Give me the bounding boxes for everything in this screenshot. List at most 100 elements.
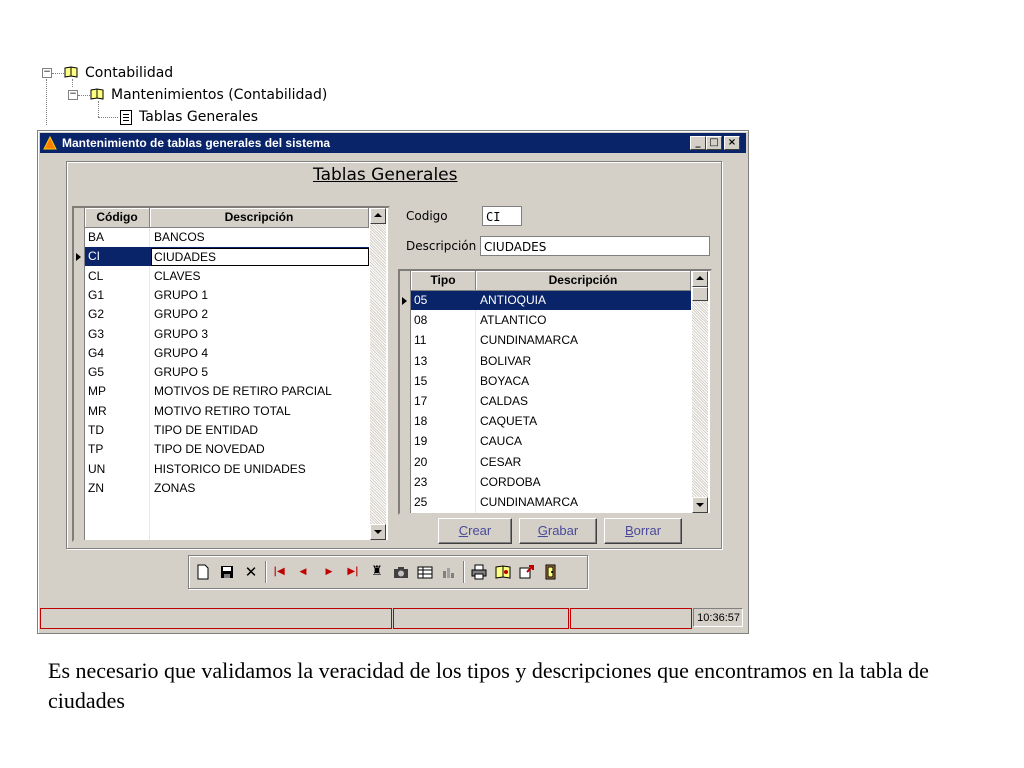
cell-tipo: 25 (414, 495, 428, 509)
scroll-up-button[interactable] (370, 208, 386, 224)
cell-descripcion: TIPO DE ENTIDAD (154, 423, 259, 437)
tables-grid-scrollbar[interactable] (370, 208, 386, 540)
table-row[interactable]: 05 ANTIOQUIA (411, 291, 691, 310)
arrow-up-icon (374, 213, 382, 217)
table-row[interactable]: TP TIPO DE NOVEDAD (85, 440, 369, 459)
app-logo-icon (43, 136, 57, 150)
table-row[interactable]: 17 CALDAS (411, 392, 691, 411)
toolbar-separator (265, 561, 267, 583)
cell-descripcion: GRUPO 4 (154, 345, 209, 360)
save-icon[interactable] (219, 564, 235, 580)
ledger-book-icon (64, 66, 78, 78)
exit-icon[interactable] (543, 564, 559, 580)
table-row[interactable]: G5 GRUPO 5 (85, 363, 369, 382)
current-row-arrow-icon (402, 297, 407, 305)
table-row[interactable]: CL CLAVES (85, 267, 369, 286)
table-row[interactable]: UN HISTORICO DE UNIDADES (85, 460, 369, 479)
maximize-button[interactable]: □ (706, 136, 722, 150)
table-row[interactable]: BA BANCOS (85, 228, 369, 247)
scroll-down-button[interactable] (370, 524, 386, 540)
scroll-down-button[interactable] (692, 497, 708, 513)
toolbar-separator (463, 561, 465, 583)
cell-descripcion: CORDOBA (480, 474, 541, 489)
record-toolbar: ✕ |◀ ◀ ▶ ▶| ♜ (188, 555, 588, 589)
column-header-tipo[interactable]: Tipo (411, 271, 476, 291)
table-row[interactable]: CI CIUDADES (85, 247, 369, 267)
scroll-thumb[interactable] (692, 287, 708, 301)
codigo-label: Codigo (406, 209, 448, 223)
table-row[interactable]: G3 GRUPO 3 (85, 325, 369, 344)
tree-node-contabilidad[interactable]: Contabilidad (85, 63, 173, 83)
table-row[interactable]: ZN ZONAS (85, 479, 369, 498)
table-row[interactable]: MR MOTIVO RETIRO TOTAL (85, 402, 369, 421)
window-titlebar[interactable]: Mantenimiento de tablas generales del si… (40, 133, 746, 153)
next-icon[interactable]: ▶ (321, 564, 337, 580)
book-icon[interactable] (495, 564, 511, 580)
grid-icon[interactable] (417, 564, 433, 580)
table-row[interactable]: 15 BOYACA (411, 372, 691, 391)
cell-descripcion: CALDAS (480, 394, 529, 408)
table-row[interactable]: 11 CUNDINAMARCA (411, 331, 691, 350)
table-row[interactable]: 25 CUNDINAMARCA (411, 493, 691, 512)
table-row[interactable]: MP MOTIVOS DE RETIRO PARCIAL (85, 382, 369, 401)
column-header-descripcion[interactable]: Descripción (476, 271, 691, 291)
close-button[interactable]: × (724, 136, 740, 150)
new-icon[interactable] (195, 564, 211, 580)
table-row[interactable]: G4 GRUPO 4 (85, 344, 369, 363)
column-header-descripcion[interactable]: Descripción (150, 208, 369, 228)
collapse-child-toggle[interactable]: − (68, 90, 78, 100)
cell-descripcion: CAUCA (480, 434, 523, 449)
table-row[interactable]: G2 GRUPO 2 (85, 305, 369, 324)
cell-codigo: CI (88, 249, 100, 264)
table-row[interactable]: 19 CAUCA (411, 432, 691, 451)
column-header-codigo[interactable]: Código (85, 208, 150, 228)
table-row[interactable]: 23 CORDOBA (411, 473, 691, 492)
table-row[interactable]: 20 CESAR (411, 453, 691, 472)
table-row[interactable]: TD TIPO DE ENTIDAD (85, 421, 369, 440)
print-icon[interactable] (471, 564, 487, 580)
borrar-button[interactable]: Borrar (604, 518, 682, 544)
cell-tipo: 20 (414, 454, 428, 469)
delete-icon[interactable]: ✕ (243, 564, 259, 580)
app-window: Mantenimiento de tablas generales del si… (37, 130, 749, 634)
cell-descripcion: ATLANTICO (480, 313, 547, 328)
first-icon[interactable]: |◀ (271, 564, 287, 580)
minimize-button[interactable]: _ (690, 136, 706, 150)
types-grid: Tipo Descripción 05 ANTIOQUIA 08 ATLANTICO 1… (398, 269, 712, 515)
prev-icon[interactable]: ◀ (295, 564, 311, 580)
chart-icon[interactable] (441, 564, 457, 580)
cell-descripcion[interactable]: CIUDADES (151, 248, 369, 267)
arrow-down-icon (696, 503, 704, 507)
codigo-field[interactable]: CI (482, 206, 522, 226)
collapse-root-toggle[interactable]: − (42, 68, 52, 78)
status-panel-info (393, 608, 569, 629)
export-icon[interactable] (519, 564, 535, 580)
table-row[interactable]: 08 ATLANTICO (411, 311, 691, 330)
status-panel-extra (570, 608, 692, 629)
slide-caption: Es necesario que validamos la veracidad … (48, 658, 929, 713)
types-grid-scrollbar[interactable] (692, 271, 708, 513)
last-icon[interactable]: ▶| (345, 564, 361, 580)
grabar-button[interactable]: Grabar (519, 518, 597, 544)
table-row[interactable]: 13 BOLIVAR (411, 352, 691, 371)
tree-node-tablas-generales[interactable]: Tablas Generales (139, 107, 258, 127)
descripcion-field[interactable]: CIUDADES (480, 236, 710, 256)
tree-node-mantenimientos[interactable]: Mantenimientos (Contabilidad) (111, 85, 327, 105)
crear-accesskey: C (458, 523, 469, 538)
table-row[interactable]: G1 GRUPO 1 (85, 286, 369, 305)
cell-descripcion: CUNDINAMARCA (480, 495, 579, 509)
tree-connector (98, 117, 118, 118)
find-icon[interactable]: ♜ (369, 564, 385, 580)
cell-tipo: 08 (414, 313, 428, 328)
status-bar: 10:36:57 (40, 608, 744, 629)
cell-codigo: G1 (88, 287, 105, 302)
scroll-up-button[interactable] (692, 271, 708, 287)
crear-button[interactable]: Crear (438, 518, 512, 544)
camera-icon[interactable] (393, 564, 409, 580)
cell-codigo: G3 (88, 326, 105, 341)
cell-descripcion: GRUPO 5 (154, 365, 209, 380)
cell-descripcion: ZONAS (154, 480, 196, 495)
cell-tipo: 17 (414, 394, 428, 408)
table-row[interactable]: 18 CAQUETA (411, 412, 691, 431)
tables-grid: Código Descripción BA BANCOS CI CIUDADES CL C… (72, 206, 390, 542)
